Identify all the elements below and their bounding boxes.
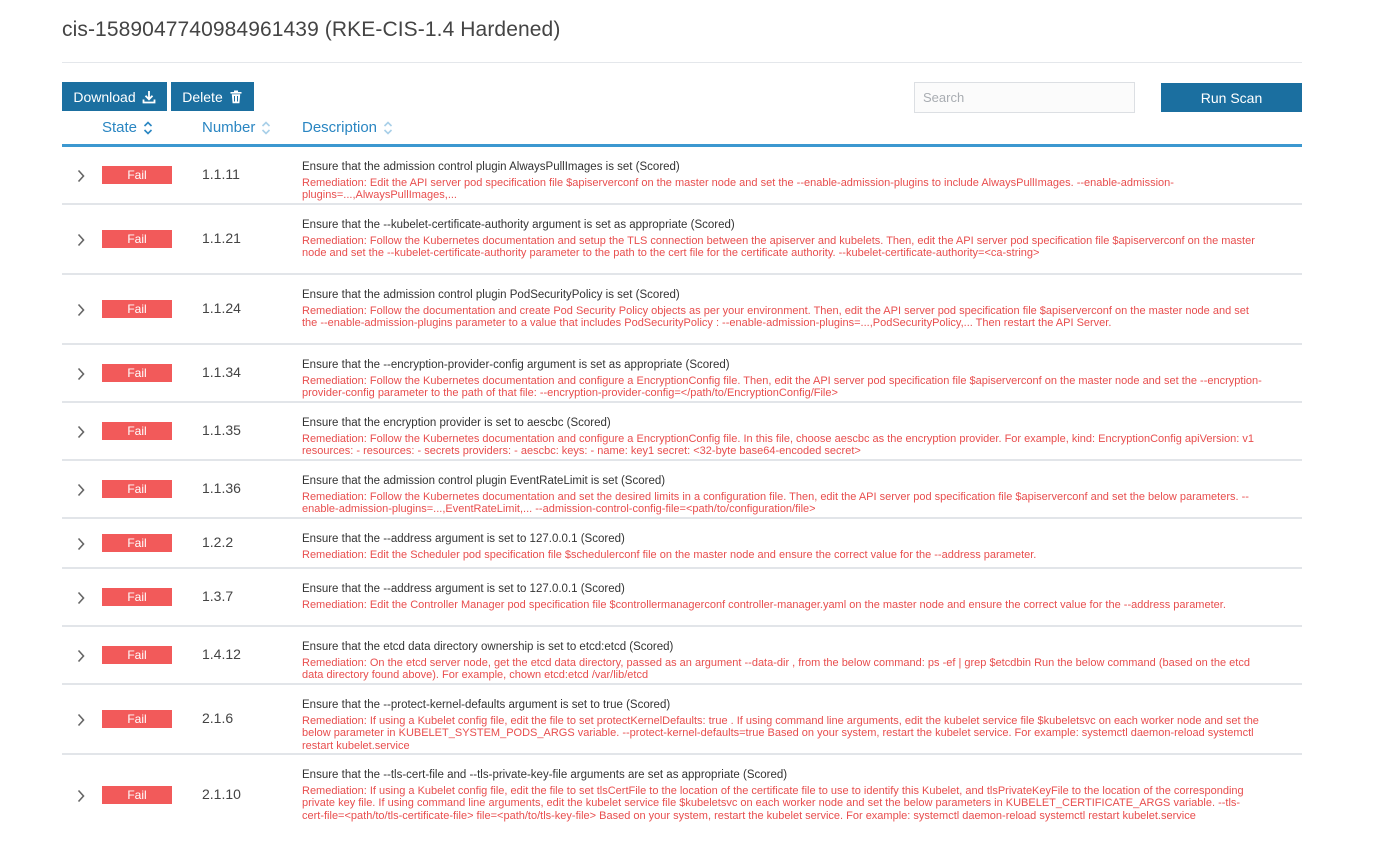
row-remediation: Remediation: Follow the Kubernetes docum…	[302, 235, 1255, 260]
sort-icon	[262, 120, 271, 135]
chevron-right-icon[interactable]	[76, 537, 86, 551]
status-badge: Fail	[102, 300, 172, 318]
chevron-right-icon[interactable]	[76, 233, 86, 247]
row-description: Ensure that the admission control plugin…	[302, 288, 1262, 330]
column-header-state-label: State	[102, 119, 138, 136]
row-number: 1.1.35	[202, 422, 241, 438]
row-title: Ensure that the --address argument is se…	[302, 583, 625, 595]
row-remediation: Remediation: Edit the Scheduler pod spec…	[302, 549, 1037, 561]
chevron-right-icon[interactable]	[76, 591, 86, 605]
chevron-right-icon[interactable]	[76, 649, 86, 663]
row-title: Ensure that the admission control plugin…	[302, 475, 666, 487]
row-title: Ensure that the admission control plugin…	[302, 289, 680, 301]
table-row[interactable]: Fail 1.1.11 Ensure that the admission co…	[62, 147, 1302, 205]
table-row[interactable]: Fail 1.3.7 Ensure that the --address arg…	[62, 569, 1302, 627]
table-row[interactable]: Fail 1.1.35 Ensure that the encryption p…	[62, 403, 1302, 461]
delete-button-label: Delete	[182, 88, 223, 105]
table-row[interactable]: Fail 2.1.6 Ensure that the --protect-ker…	[62, 685, 1302, 755]
table-row[interactable]: Fail 1.2.2 Ensure that the --address arg…	[62, 519, 1302, 569]
run-scan-button[interactable]: Run Scan	[1161, 83, 1302, 112]
row-title: Ensure that the --protect-kernel-default…	[302, 699, 671, 711]
row-remediation: Remediation: If using a Kubelet config f…	[302, 785, 1244, 822]
row-title: Ensure that the --tls-cert-file and --tl…	[302, 769, 788, 781]
row-description: Ensure that the --tls-cert-file and --tl…	[302, 768, 1262, 822]
sort-icon	[383, 120, 393, 135]
row-number: 1.3.7	[202, 588, 234, 604]
column-header-description-label: Description	[302, 119, 378, 136]
row-description: Ensure that the --address argument is se…	[302, 582, 1262, 611]
row-title: Ensure that the --encryption-provider-co…	[302, 359, 730, 371]
table-row[interactable]: Fail 2.1.10 Ensure that the --tls-cert-f…	[62, 755, 1302, 837]
row-remediation: Remediation: If using a Kubelet config f…	[302, 715, 1259, 752]
chevron-right-icon[interactable]	[76, 789, 86, 803]
status-badge: Fail	[102, 480, 172, 498]
status-badge: Fail	[102, 364, 172, 382]
download-icon	[142, 90, 156, 103]
row-title: Ensure that the admission control plugin…	[302, 161, 680, 173]
table-row[interactable]: Fail 1.4.12 Ensure that the etcd data di…	[62, 627, 1302, 685]
row-remediation: Remediation: On the etcd server node, ge…	[302, 657, 1250, 682]
search-input[interactable]	[914, 82, 1135, 113]
row-number: 1.4.12	[202, 646, 241, 662]
table-row[interactable]: Fail 1.1.24 Ensure that the admission co…	[62, 275, 1302, 345]
row-remediation: Remediation: Follow the documentation an…	[302, 305, 1249, 330]
download-button-label: Download	[73, 88, 136, 105]
status-badge: Fail	[102, 422, 172, 440]
chevron-right-icon[interactable]	[76, 303, 86, 317]
row-description: Ensure that the --protect-kernel-default…	[302, 698, 1262, 752]
delete-button[interactable]: Delete	[171, 82, 254, 111]
status-badge: Fail	[102, 166, 172, 184]
row-remediation: Remediation: Follow the Kubernetes docum…	[302, 375, 1262, 400]
row-number: 1.1.34	[202, 364, 241, 380]
status-badge: Fail	[102, 710, 172, 728]
row-description: Ensure that the admission control plugin…	[302, 160, 1262, 202]
table-row[interactable]: Fail 1.1.21 Ensure that the --kubelet-ce…	[62, 205, 1302, 275]
sort-icon	[143, 120, 153, 135]
row-description: Ensure that the admission control plugin…	[302, 474, 1262, 516]
chevron-right-icon[interactable]	[76, 425, 86, 439]
status-badge: Fail	[102, 230, 172, 248]
row-number: 1.1.36	[202, 480, 241, 496]
status-badge: Fail	[102, 588, 172, 606]
chevron-right-icon[interactable]	[76, 483, 86, 497]
chevron-right-icon[interactable]	[76, 713, 86, 727]
status-badge: Fail	[102, 646, 172, 664]
column-header-state[interactable]: State	[102, 119, 153, 136]
row-remediation: Remediation: Follow the Kubernetes docum…	[302, 433, 1255, 458]
row-description: Ensure that the --encryption-provider-co…	[302, 358, 1262, 400]
page-title: cis-1589047740984961439 (RKE-CIS-1.4 Har…	[62, 18, 561, 41]
row-description: Ensure that the --address argument is se…	[302, 532, 1262, 561]
table-row[interactable]: Fail 1.1.34 Ensure that the --encryption…	[62, 345, 1302, 403]
download-button[interactable]: Download	[62, 82, 167, 111]
status-badge: Fail	[102, 534, 172, 552]
row-number: 1.1.11	[202, 166, 240, 182]
table-row[interactable]: Fail 1.1.36 Ensure that the admission co…	[62, 461, 1302, 519]
row-remediation: Remediation: Edit the API server pod spe…	[302, 177, 1174, 202]
row-title: Ensure that the --kubelet-certificate-au…	[302, 219, 735, 231]
row-title: Ensure that the encryption provider is s…	[302, 417, 611, 429]
row-remediation: Remediation: Follow the Kubernetes docum…	[302, 491, 1249, 516]
chevron-right-icon[interactable]	[76, 169, 86, 183]
row-title: Ensure that the etcd data directory owne…	[302, 641, 674, 653]
row-number: 2.1.10	[202, 786, 241, 802]
trash-icon	[230, 90, 242, 103]
row-title: Ensure that the --address argument is se…	[302, 533, 625, 545]
row-number: 2.1.6	[202, 710, 234, 726]
row-remediation: Remediation: Edit the Controller Manager…	[302, 599, 1226, 611]
column-header-number[interactable]: Number	[202, 119, 271, 136]
column-header-description[interactable]: Description	[302, 119, 393, 136]
row-description: Ensure that the encryption provider is s…	[302, 416, 1262, 458]
row-number: 1.2.2	[202, 534, 234, 550]
chevron-right-icon[interactable]	[76, 367, 86, 381]
row-number: 1.1.24	[202, 300, 241, 316]
column-header-number-label: Number	[202, 119, 256, 136]
row-number: 1.1.21	[202, 230, 241, 246]
title-divider	[62, 62, 1302, 63]
status-badge: Fail	[102, 786, 172, 804]
row-description: Ensure that the --kubelet-certificate-au…	[302, 218, 1262, 260]
results-table: Fail 1.1.11 Ensure that the admission co…	[62, 147, 1302, 837]
row-description: Ensure that the etcd data directory owne…	[302, 640, 1262, 682]
